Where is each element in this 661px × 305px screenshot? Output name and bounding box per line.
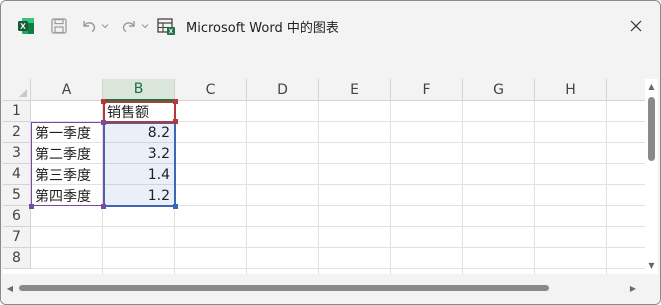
column-header-e[interactable]: E: [319, 79, 391, 101]
edit-data-in-excel-button[interactable]: [155, 13, 177, 39]
vertical-scrollbar[interactable]: ▲ ▼: [645, 79, 658, 274]
spreadsheet-grid: A B C D E F G H 1 2 3 4 5 6 7 8 销售额 第一季度…: [3, 79, 658, 274]
cell-b1[interactable]: 销售额: [103, 101, 174, 122]
row-header-6[interactable]: 6: [3, 206, 31, 227]
save-button[interactable]: [48, 13, 70, 39]
row-header-4[interactable]: 4: [3, 164, 31, 185]
undo-dropdown[interactable]: [100, 13, 110, 39]
row-header-8[interactable]: 8: [3, 248, 31, 269]
cell-b5[interactable]: 1.2: [103, 185, 174, 206]
scroll-down-icon[interactable]: ▼: [647, 261, 656, 270]
cell-a2[interactable]: 第一季度: [31, 122, 102, 143]
column-header-a[interactable]: A: [31, 79, 103, 101]
column-header-h[interactable]: H: [535, 79, 607, 101]
chevron-down-icon: [101, 24, 109, 29]
excel-icon: [15, 13, 37, 39]
chart-data-icon: [157, 18, 175, 35]
select-all-corner[interactable]: [3, 79, 31, 101]
row-header-7[interactable]: 7: [3, 227, 31, 248]
row-header-5[interactable]: 5: [3, 185, 31, 206]
vertical-scroll-thumb[interactable]: [648, 97, 655, 161]
redo-icon: [122, 21, 135, 33]
scroll-right-icon[interactable]: ▶: [628, 283, 638, 293]
row-header-1[interactable]: 1: [3, 101, 31, 122]
cell-a4[interactable]: 第三季度: [31, 164, 102, 185]
cell-b2[interactable]: 8.2: [103, 122, 174, 143]
title-bar: Microsoft Word 中的图表: [1, 1, 660, 51]
cell-a3[interactable]: 第二季度: [31, 143, 102, 164]
column-header-f[interactable]: F: [391, 79, 463, 101]
cell-b3[interactable]: 3.2: [103, 143, 174, 164]
column-header-c[interactable]: C: [175, 79, 247, 101]
column-header-g[interactable]: G: [463, 79, 535, 101]
column-header-b[interactable]: B: [103, 79, 175, 101]
cell-b4[interactable]: 1.4: [103, 164, 174, 185]
redo-dropdown[interactable]: [140, 13, 150, 39]
window-title: Microsoft Word 中的图表: [186, 21, 339, 36]
row-header-2[interactable]: 2: [3, 122, 31, 143]
cell-a5[interactable]: 第四季度: [31, 185, 102, 206]
scroll-up-icon[interactable]: ▲: [647, 82, 656, 91]
chevron-down-icon: [141, 24, 149, 29]
column-header-d[interactable]: D: [247, 79, 319, 101]
horizontal-scroll-thumb[interactable]: [19, 285, 549, 291]
save-icon: [51, 18, 67, 34]
scroll-left-icon[interactable]: ◀: [5, 283, 15, 293]
close-icon: [630, 20, 642, 32]
chart-data-window: Microsoft Word 中的图表 A B C D E F G H 1 2 …: [0, 0, 661, 305]
redo-button[interactable]: [118, 13, 140, 39]
undo-button[interactable]: [78, 13, 100, 39]
close-button[interactable]: [623, 14, 649, 38]
row-header-3[interactable]: 3: [3, 143, 31, 164]
cell-area[interactable]: 销售额 第一季度 8.2 第二季度 3.2 第三季度 1.4 第四季度 1.2: [29, 99, 658, 274]
horizontal-scrollbar[interactable]: ◀ ▶: [1, 281, 660, 295]
undo-icon: [83, 21, 96, 33]
